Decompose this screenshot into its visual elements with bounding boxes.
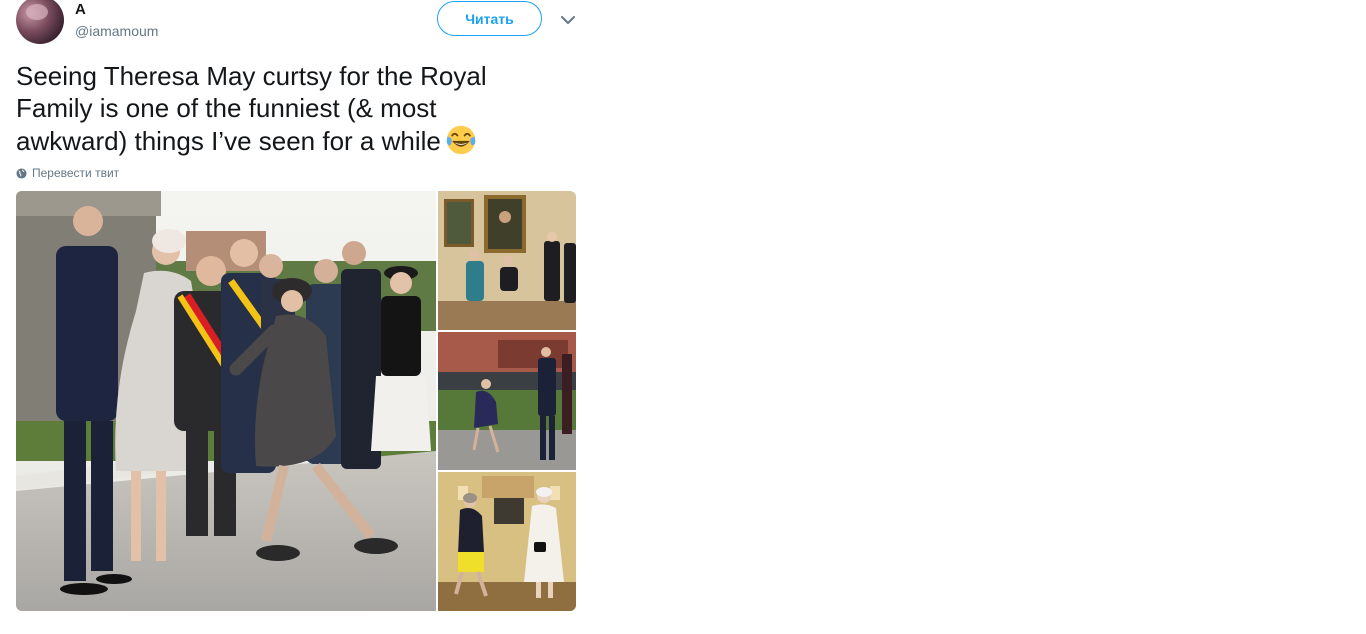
tweet-text-last: awkward) things I’ve seen for a while (16, 126, 441, 156)
photo-curtsy-ceremony[interactable] (16, 191, 436, 611)
media-grid (16, 191, 576, 611)
display-name[interactable]: A (75, 1, 86, 18)
photo-curtsy-room[interactable] (438, 191, 576, 330)
follow-button[interactable]: Читать (437, 1, 542, 36)
avatar[interactable] (16, 0, 64, 44)
tweet-text-line: awkward) things I’ve seen for a while (16, 124, 561, 157)
follow-button-label: Читать (465, 10, 514, 27)
tweet-text: Seeing Theresa May curtsy for the Royal … (16, 60, 561, 157)
translate-label: Перевести твит (32, 166, 120, 180)
tweet-text-line: Family is one of the funniest (& most (16, 93, 437, 123)
globe-icon (16, 167, 27, 179)
photo-curtsy-outdoor[interactable] (438, 332, 576, 470)
translate-tweet-link[interactable]: Перевести твит (16, 166, 119, 180)
tears-of-joy-emoji-icon (446, 125, 476, 155)
tweet-text-line: Seeing Theresa May curtsy for the Royal (16, 61, 487, 91)
tweet: A @iamamoum Читать Seeing Theresa May cu… (0, 0, 600, 634)
user-handle[interactable]: @iamamoum (75, 23, 158, 39)
chevron-down-icon[interactable] (558, 10, 578, 30)
photo-curtsy-queen[interactable] (438, 472, 576, 611)
